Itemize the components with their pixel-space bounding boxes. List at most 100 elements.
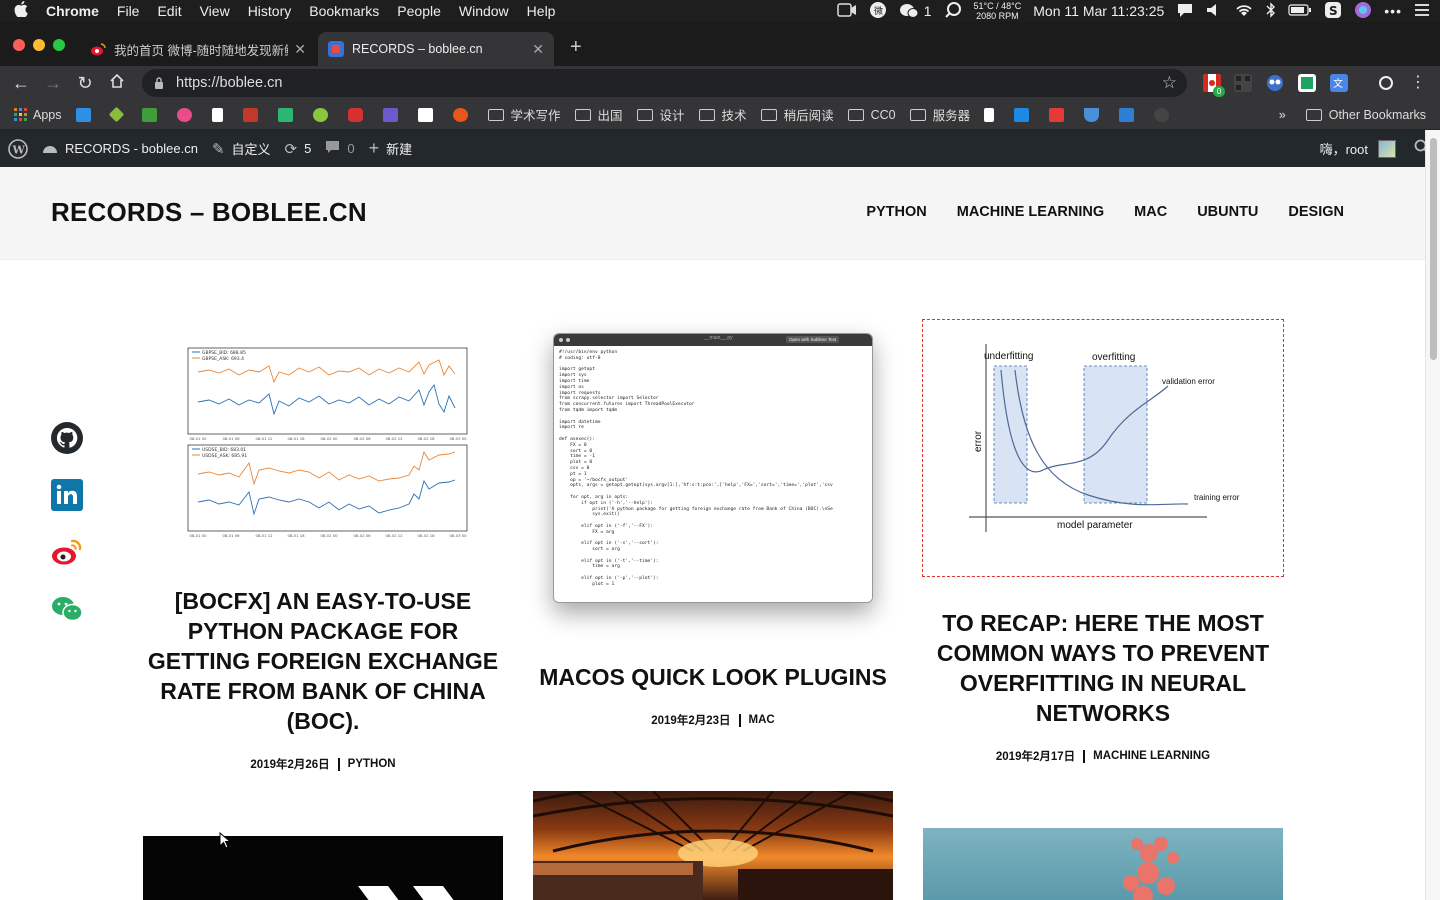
site-brand[interactable]: RECORDS – BOBLEE.CN — [51, 197, 367, 228]
avatar[interactable] — [1378, 139, 1396, 158]
bluetooth-icon[interactable] — [1266, 1, 1276, 21]
wechat-icon[interactable] — [51, 593, 83, 625]
post-6-thumbnail[interactable] — [923, 828, 1283, 900]
post-3-thumbnail[interactable]: underfitting overfitting validation erro… — [922, 319, 1284, 577]
reload-icon[interactable]: ↻ — [74, 73, 96, 94]
bookmark-apps[interactable]: Apps — [14, 108, 62, 122]
menu-help[interactable]: Help — [527, 3, 556, 19]
bookmark-folder-server[interactable]: 服务器 — [909, 105, 970, 124]
nav-design[interactable]: DESIGN — [1288, 204, 1344, 220]
translate-extension-icon[interactable]: 文 — [1330, 74, 1348, 92]
menu-file[interactable]: File — [117, 3, 140, 19]
wordpress-logo-icon[interactable]: W — [8, 138, 28, 159]
wifi-icon[interactable] — [1234, 3, 1254, 20]
menu-edit[interactable]: Edit — [157, 3, 181, 19]
menu-window[interactable]: Window — [459, 3, 509, 19]
bookmarks-overflow-icon[interactable]: » — [1279, 108, 1286, 122]
s-app-icon[interactable]: S — [1324, 1, 1342, 22]
wp-updates[interactable]: ⟳ 5 — [285, 140, 312, 158]
forward-icon[interactable]: → — [42, 73, 64, 94]
screen-record-icon[interactable] — [836, 2, 857, 20]
bookmark-folder-readlater[interactable]: 稍后阅读 — [760, 105, 834, 124]
siri-icon[interactable] — [1354, 1, 1372, 22]
bookmark-folder-academic[interactable]: 学术写作 — [487, 105, 561, 124]
clock[interactable]: Mon 11 Mar 11:23:25 — [1033, 3, 1164, 19]
bookmark-site-16[interactable] — [1084, 107, 1105, 122]
post-category[interactable]: MAC — [749, 714, 775, 726]
bookmark-site-17[interactable] — [1119, 107, 1140, 122]
bookmark-site-7[interactable] — [277, 107, 299, 122]
menu-people[interactable]: People — [397, 3, 441, 19]
post-4-thumbnail[interactable] — [143, 836, 503, 900]
notification-center-icon[interactable] — [1414, 3, 1430, 20]
menu-bookmarks[interactable]: Bookmarks — [309, 3, 379, 19]
bookmark-site-9[interactable] — [347, 107, 369, 122]
post-date[interactable]: 2019年2月23日 — [651, 712, 730, 728]
address-bar[interactable]: https://boblee.cn ☆ — [142, 69, 1187, 97]
page-scrollbar[interactable] — [1425, 130, 1440, 900]
bookmark-folder-cc0[interactable]: CC0 — [847, 108, 896, 122]
tab-close-icon[interactable]: ✕ — [294, 41, 306, 58]
bookmark-folder-tech[interactable]: 技术 — [698, 105, 747, 124]
wp-new-content[interactable]: + 新建 — [369, 138, 413, 159]
weibo-icon[interactable] — [51, 536, 83, 568]
window-zoom-button[interactable] — [53, 39, 65, 51]
weibo-menubar-icon[interactable]: 微 — [869, 1, 887, 22]
post-category[interactable]: PYTHON — [348, 758, 396, 770]
bookmark-folder-design[interactable]: 设计 — [636, 105, 685, 124]
notification-icon[interactable] — [1176, 2, 1194, 21]
post-3-title[interactable]: TO RECAP: HERE THE MOST COMMON WAYS TO P… — [922, 608, 1284, 728]
nav-machine-learning[interactable]: MACHINE LEARNING — [957, 204, 1104, 220]
temperature-readout[interactable]: 51°C / 48°C 2080 RPM — [974, 1, 1022, 21]
bookmark-site-11[interactable] — [417, 107, 439, 122]
window-minimize-button[interactable] — [33, 39, 45, 51]
tab-weibo[interactable]: 我的首页 微博-随时随地发现新鲜事 ✕ — [80, 32, 316, 66]
menu-app-name[interactable]: Chrome — [46, 3, 99, 19]
apple-icon[interactable] — [14, 1, 32, 21]
wp-comments[interactable]: 0 — [325, 140, 355, 158]
wechat-status[interactable]: 1 — [899, 3, 932, 19]
bookmark-site-4[interactable] — [176, 107, 198, 122]
nav-python[interactable]: PYTHON — [866, 204, 926, 220]
nav-ubuntu[interactable]: UBUNTU — [1197, 204, 1258, 220]
wp-customize[interactable]: ✎ 自定义 — [212, 139, 271, 158]
window-close-button[interactable] — [13, 39, 25, 51]
home-icon[interactable] — [106, 73, 128, 94]
post-1-title[interactable]: [BOCFX] AN EASY-TO-USE PYTHON PACKAGE FO… — [143, 586, 503, 736]
bookmark-site-15[interactable] — [1049, 107, 1070, 122]
other-bookmarks[interactable]: Other Bookmarks — [1305, 108, 1426, 122]
post-category[interactable]: MACHINE LEARNING — [1093, 750, 1210, 762]
nav-mac[interactable]: MAC — [1134, 204, 1167, 220]
menu-view[interactable]: View — [200, 3, 230, 19]
qr-extension-icon[interactable] — [1234, 74, 1252, 92]
search-menubar-icon[interactable] — [944, 1, 962, 22]
more-icon[interactable]: ••• — [1384, 3, 1402, 19]
github-icon[interactable] — [51, 422, 83, 454]
bookmark-site-6[interactable] — [242, 107, 264, 122]
bookmark-star-icon[interactable]: ☆ — [1162, 73, 1177, 93]
scrollbar-thumb[interactable] — [1430, 138, 1437, 360]
bookmark-folder-abroad[interactable]: 出国 — [574, 105, 623, 124]
wp-account-greeting[interactable]: 嗨，root — [1320, 139, 1368, 158]
owl-extension-icon[interactable] — [1266, 74, 1284, 92]
bookmark-site-18[interactable] — [1154, 107, 1175, 122]
post-date[interactable]: 2019年2月26日 — [250, 756, 329, 772]
wp-site-link[interactable]: RECORDS - boblee.cn — [42, 140, 198, 158]
battery-icon[interactable] — [1288, 3, 1312, 19]
bookmark-site-14[interactable] — [1014, 107, 1035, 122]
profile-circle-icon[interactable] — [1378, 75, 1394, 96]
post-2-thumbnail[interactable]: __main__.py Open with Sublime Text #!/us… — [553, 333, 873, 603]
bookmark-site-3[interactable] — [141, 107, 163, 122]
tab-close-icon[interactable]: ✕ — [532, 41, 544, 58]
back-icon[interactable]: ← — [10, 73, 32, 94]
new-tab-icon[interactable]: + — [570, 36, 582, 59]
chrome-menu-icon[interactable]: ⋮ — [1410, 72, 1426, 92]
bookmark-site-2[interactable] — [108, 106, 128, 123]
bookmark-site-10[interactable] — [382, 107, 404, 122]
bookmark-site-1[interactable] — [75, 107, 97, 122]
post-2-title[interactable]: MACOS QUICK LOOK PLUGINS — [533, 662, 893, 692]
post-5-thumbnail[interactable] — [533, 791, 893, 900]
bookmark-site-8[interactable] — [312, 107, 334, 122]
linkedin-icon[interactable] — [51, 479, 83, 511]
lock-icon[interactable] — [154, 77, 164, 89]
